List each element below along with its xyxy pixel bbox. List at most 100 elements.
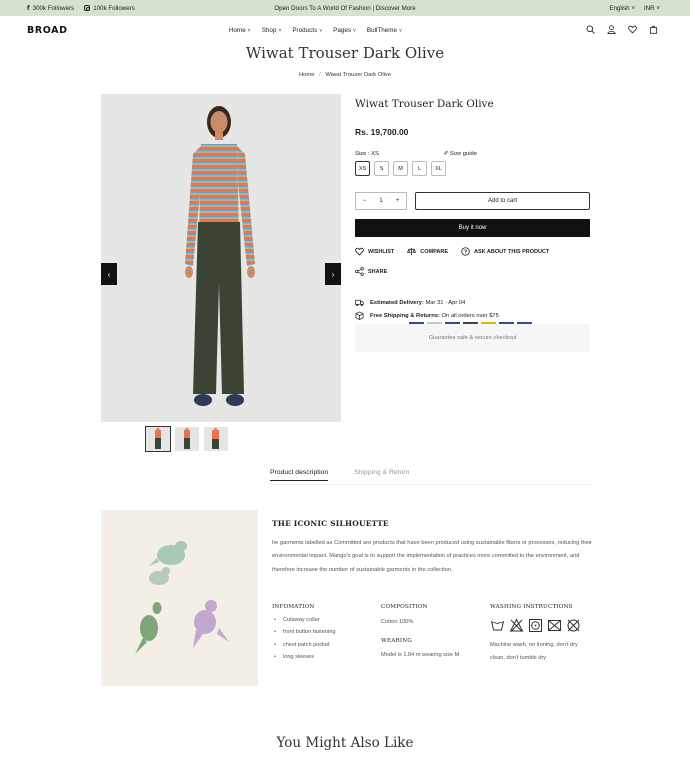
language-select[interactable]: English ˅ [609, 5, 635, 12]
nav-pages[interactable]: Pages ˅ [333, 27, 356, 34]
svg-text:BROAD: BROAD [27, 25, 68, 34]
description-body: he garments labelled as Committed are pr… [272, 540, 592, 573]
chevron-down-icon: ˅ [278, 28, 282, 34]
size-label: Size : XS [355, 151, 379, 157]
product-main-image[interactable] [101, 94, 341, 422]
chevron-down-icon: ˅ [656, 4, 660, 12]
info-item: front button fastening [272, 629, 372, 635]
top-bar: f 300k Followers 100k Followers Open Door… [0, 0, 690, 16]
description-image [101, 510, 258, 686]
nav-bulltheme[interactable]: BullTheme ˅ [367, 27, 402, 34]
page-title: Wiwat Trouser Dark Olive [245, 44, 445, 62]
wearing-value: Model is 1.84 m wearing size M [381, 652, 460, 658]
section-heading-also-like: You Might Also Like [276, 735, 414, 751]
washing-column: WASHING INSTRUCTIONS Machine wash, no ir… [490, 604, 592, 665]
ruler-icon: ✐ [443, 151, 449, 157]
nav-shop[interactable]: Shop ˅ [262, 27, 282, 34]
chevron-left-icon: ‹ [107, 269, 111, 279]
size-option-l[interactable]: L [412, 161, 427, 176]
quantity-increase-button[interactable]: + [396, 198, 400, 204]
shipping-value: On all orders over $75 [441, 312, 499, 319]
chevron-down-icon: ˅ [247, 28, 251, 34]
size-option-xl[interactable]: XL [431, 161, 446, 176]
chevron-down-icon: ˅ [631, 4, 635, 12]
svg-text:?: ? [464, 249, 467, 255]
wishlist-button[interactable]: WISHLIST [355, 247, 394, 256]
chevron-down-icon: ˅ [319, 28, 323, 34]
add-to-cart-button[interactable]: Add to cart [415, 192, 590, 210]
information-heading: INFOMATION [272, 604, 315, 610]
washing-heading: WASHING INSTRUCTIONS [490, 604, 573, 610]
truck-icon [355, 299, 364, 307]
compare-button[interactable]: COMPARE [407, 247, 448, 256]
composition-value: Cotton 100% [381, 619, 414, 625]
ask-question-button[interactable]: ? ASK ABOUT THIS PRODUCT [461, 247, 549, 256]
logo-mark: BROAD [27, 25, 68, 36]
chevron-down-icon: ˅ [353, 28, 356, 34]
size-option-m[interactable]: M [393, 161, 408, 176]
search-icon[interactable] [586, 25, 595, 34]
machine-wash-icon [491, 620, 504, 631]
wearing-heading: WEARING [381, 638, 413, 644]
tumble-dry-icon [529, 619, 542, 632]
secure-checkout-box: Guarantee safe & secure checkout [355, 322, 590, 352]
thumbnail[interactable] [204, 427, 228, 451]
size-options: XS S M L XL [355, 161, 590, 176]
tab-divider [270, 484, 590, 485]
breadcrumb-separator: / [319, 72, 321, 78]
size-option-xs[interactable]: XS [355, 161, 370, 176]
quantity-value[interactable]: 1 [379, 198, 382, 204]
product-info: Wiwat Trouser Dark Olive Rs. 19,700.00 S… [355, 94, 590, 352]
washing-value: Machine wash, no ironing, don't dry clea… [490, 642, 578, 661]
gallery-next-button[interactable]: › [325, 263, 341, 285]
quantity-decrease-button[interactable]: − [363, 198, 367, 204]
checkout-note: Guarantee safe & secure checkout [428, 335, 517, 341]
chevron-down-icon: ˅ [399, 28, 402, 34]
thumbnail[interactable] [175, 427, 199, 451]
announcement[interactable]: Open Doors To A World Of Fashion | Disco… [0, 5, 690, 12]
chevron-right-icon: › [331, 269, 335, 279]
composition-heading: COMPOSITION [381, 604, 428, 610]
user-icon[interactable] [607, 25, 616, 34]
buy-now-button[interactable]: Buy it now [355, 219, 590, 237]
thumbnail[interactable] [145, 426, 171, 452]
tab-shipping-return[interactable]: Shipping & Return [354, 469, 409, 481]
product-tabs: Product description Shipping & Return [270, 469, 409, 481]
currency-select[interactable]: INR ˅ [644, 5, 660, 12]
description-heading: THE ICONIC SILHOUETTE [272, 519, 389, 528]
size-option-s[interactable]: S [374, 161, 389, 176]
breadcrumb-home[interactable]: Home [299, 72, 314, 78]
heart-icon[interactable] [628, 25, 637, 34]
main-nav: Home ˅ Shop ˅ Products ˅ Pages ˅ BullTheme ˅ [229, 27, 402, 34]
delivery-dates: Mar 31 - Apr 04 [425, 299, 466, 306]
header: BROAD Home ˅ Shop ˅ Products ˅ Pages ˅ BullT… [0, 16, 690, 46]
logo[interactable]: BROAD [27, 25, 68, 37]
share-icon [355, 267, 364, 276]
product-name: Wiwat Trouser Dark Olive [355, 98, 494, 110]
breadcrumb: Home / Wiwat Trouser Dark Olive [0, 72, 690, 78]
model-illustration [101, 94, 341, 422]
product-price: Rs. 19,700.00 [355, 127, 409, 137]
quantity-stepper: − 1 + [355, 192, 407, 210]
delivery-label: Estimated Delivery: [370, 299, 424, 306]
washing-icons [490, 618, 592, 633]
no-dry-icon [548, 620, 561, 631]
description-section: THE ICONIC SILHOUETTE he garments labell… [272, 519, 592, 577]
gallery-prev-button[interactable]: ‹ [101, 263, 117, 285]
nav-home[interactable]: Home ˅ [229, 27, 251, 34]
compare-icon [407, 247, 417, 256]
size-guide-link[interactable]: ✐ Size guide [443, 151, 477, 157]
information-column: INFOMATION Cutaway collar front button f… [272, 604, 372, 667]
question-icon: ? [461, 247, 470, 256]
toy-dinosaurs-illustration [101, 510, 258, 686]
tab-product-description[interactable]: Product description [270, 469, 329, 481]
share-button[interactable]: SHARE [355, 267, 387, 276]
composition-column: COMPOSITION Cotton 100% WEARING Model is… [381, 604, 486, 658]
info-item: long sleeves [272, 654, 372, 660]
nav-products[interactable]: Products ˅ [292, 27, 322, 34]
shipping-label: Free Shipping & Returns: [370, 312, 440, 319]
bag-icon[interactable] [649, 25, 658, 34]
no-dry-clean-icon [567, 619, 580, 632]
info-item: Cutaway collar [272, 617, 372, 623]
breadcrumb-current: Wiwat Trouser Dark Olive [325, 72, 392, 78]
